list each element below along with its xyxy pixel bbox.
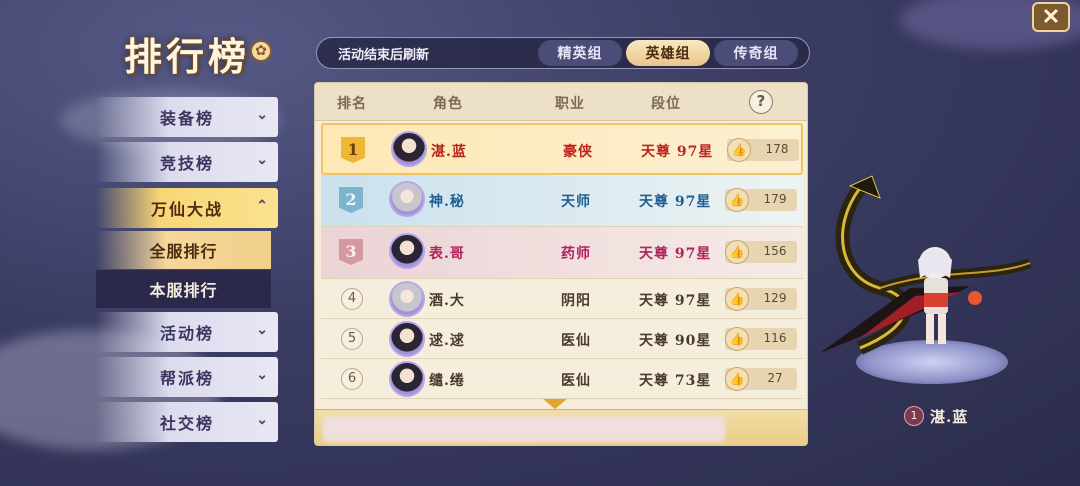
chevron-down-icon: ⌄ (256, 412, 270, 428)
sidebar-item-equipment[interactable]: 装备榜 ⌄ (96, 97, 278, 137)
character-model[interactable] (820, 168, 1050, 368)
tab-elite[interactable]: 精英组 (538, 40, 622, 66)
avatar (389, 281, 425, 317)
rank-badge: 2 (339, 187, 363, 213)
page-title: 排行榜 (124, 34, 251, 79)
chevron-up-icon: ⌃ (256, 198, 270, 214)
player-name: 酒.大 (429, 293, 465, 309)
sub-item-this-server[interactable]: 本服排行 (96, 270, 271, 308)
help-icon[interactable]: ? (749, 90, 773, 114)
table-row[interactable]: 5 逑.逑 医仙 天尊 90星 👍 116 (321, 319, 803, 359)
thumbs-up-icon: 👍 (727, 138, 751, 162)
thumbs-up-icon: 👍 (725, 287, 749, 311)
chevron-down-icon: ⌄ (256, 152, 270, 168)
sidebar-item-wanxian-battle[interactable]: 万仙大战 ⌃ (96, 188, 278, 228)
gear-icon: ✿ (250, 40, 272, 62)
scroll-down-icon[interactable] (543, 399, 567, 409)
table-row[interactable]: 3 表.哥 药师 天尊 97星 👍 156 (321, 227, 803, 279)
player-name: 湛.蓝 (431, 144, 467, 160)
player-tier: 天尊 97星 (639, 293, 712, 309)
thumbs-up-icon: 👍 (725, 188, 749, 212)
chevron-down-icon: ⌄ (256, 322, 270, 338)
sidebar-item-label: 帮派榜 (159, 369, 214, 388)
player-tier: 天尊 90星 (639, 333, 712, 349)
sidebar-item-label: 装备榜 (159, 109, 214, 128)
like-button[interactable]: 👍 27 (725, 367, 797, 391)
close-button[interactable]: ✕ (1032, 2, 1070, 32)
sub-item-label: 本服排行 (149, 281, 218, 300)
tab-hero[interactable]: 英雄组 (626, 40, 710, 66)
like-count: 156 (763, 244, 787, 258)
sidebar-item-guild[interactable]: 帮派榜 ⌄ (96, 357, 278, 397)
refresh-note: 活动结束后刷新 (338, 48, 430, 63)
ranking-table: 排名 角色 职业 段位 ? 1 湛.蓝 豪侠 天尊 97星 👍 178 2 神.… (314, 82, 808, 446)
avatar (389, 233, 425, 269)
thumbs-up-icon: 👍 (725, 367, 749, 391)
player-job: 医仙 (561, 373, 591, 389)
table-row[interactable]: 6 缱.绻 医仙 天尊 73星 👍 27 (321, 359, 803, 399)
sidebar-item-label: 社交榜 (159, 414, 214, 433)
player-job: 天师 (561, 194, 591, 210)
table-row[interactable]: 1 湛.蓝 豪侠 天尊 97星 👍 178 (321, 123, 803, 175)
player-name: 缱.绻 (429, 373, 465, 389)
avatar (389, 181, 425, 217)
close-icon: ✕ (1041, 4, 1061, 30)
sidebar-item-activity[interactable]: 活动榜 ⌄ (96, 312, 278, 352)
avatar (389, 361, 425, 397)
like-count: 27 (767, 371, 783, 385)
rank-number: 5 (341, 328, 363, 350)
sidebar-item-label: 活动榜 (159, 324, 214, 343)
rank-badge: 3 (339, 239, 363, 265)
player-job: 豪侠 (563, 144, 593, 160)
like-count: 116 (763, 331, 787, 345)
table-header: 排名 角色 职业 段位 ? (315, 83, 807, 121)
like-button[interactable]: 👍 129 (725, 287, 797, 311)
my-rank-placeholder (323, 416, 725, 442)
sidebar-item-arena[interactable]: 竞技榜 ⌄ (96, 142, 278, 182)
like-count: 179 (763, 192, 787, 206)
player-name: 逑.逑 (429, 333, 465, 349)
player-tier: 天尊 97星 (639, 246, 712, 262)
player-tier: 天尊 97星 (641, 144, 714, 160)
player-job: 阴阳 (561, 293, 591, 309)
like-button[interactable]: 👍 179 (725, 188, 797, 212)
my-rank-bar (315, 409, 807, 445)
player-job: 医仙 (561, 333, 591, 349)
like-count: 178 (765, 142, 789, 156)
header-role: 角色 (433, 96, 463, 112)
rank-badge: 1 (341, 137, 365, 163)
like-button[interactable]: 👍 178 (727, 138, 799, 162)
like-button[interactable]: 👍 116 (725, 327, 797, 351)
player-name: 神.秘 (429, 194, 465, 210)
like-button[interactable]: 👍 156 (725, 240, 797, 264)
tab-legend[interactable]: 传奇组 (714, 40, 798, 66)
header-job: 职业 (555, 96, 585, 112)
avatar (391, 131, 427, 167)
player-job: 药师 (561, 246, 591, 262)
rank-number: 6 (341, 368, 363, 390)
sub-item-label: 全服排行 (149, 242, 218, 261)
avatar (389, 321, 425, 357)
sidebar-item-label: 万仙大战 (150, 200, 223, 219)
table-row[interactable]: 2 神.秘 天师 天尊 97星 👍 179 (321, 175, 803, 227)
showcase-player-name: 湛.蓝 (930, 408, 969, 426)
sidebar-item-social[interactable]: 社交榜 ⌄ (96, 402, 278, 442)
thumbs-up-icon: 👍 (725, 240, 749, 264)
header-rank: 排名 (337, 96, 367, 112)
player-tier: 天尊 73星 (639, 373, 712, 389)
player-tier: 天尊 97星 (639, 194, 712, 210)
sidebar-item-label: 竞技榜 (159, 154, 214, 173)
rank-number: 4 (341, 288, 363, 310)
thumbs-up-icon: 👍 (725, 327, 749, 351)
sub-item-all-servers[interactable]: 全服排行 (96, 231, 271, 269)
player-name: 表.哥 (429, 246, 465, 262)
header-tier: 段位 (651, 96, 681, 112)
showcase-rank-badge: 1 (904, 406, 924, 426)
chevron-down-icon: ⌄ (256, 107, 270, 123)
like-count: 129 (763, 291, 787, 305)
chevron-down-icon: ⌄ (256, 367, 270, 383)
table-row[interactable]: 4 酒.大 阴阳 天尊 97星 👍 129 (321, 279, 803, 319)
